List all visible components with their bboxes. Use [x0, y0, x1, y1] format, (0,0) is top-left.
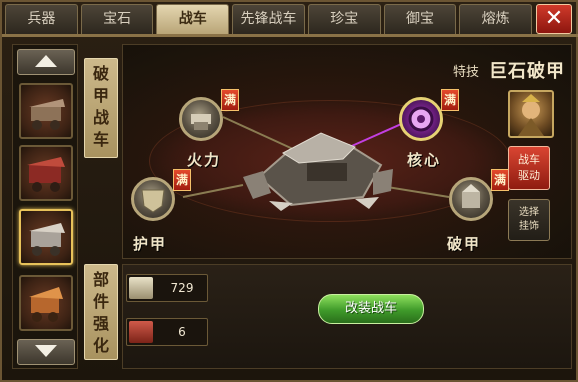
general-avatar[interactable] [508, 90, 554, 138]
firepower-part[interactable] [179, 97, 223, 141]
chariot-thumb[interactable] [19, 275, 73, 331]
core-part[interactable] [399, 97, 443, 141]
select-decoration-button[interactable]: 选择挂饰 [508, 199, 550, 241]
material-count: 729 [170, 281, 194, 295]
chariot-thumb[interactable] [19, 145, 73, 201]
full-badge: 满 [441, 89, 459, 111]
skill-label: 特技 [452, 64, 479, 80]
core-gem-icon [408, 106, 434, 132]
chariot-drive-button[interactable]: 战车驱动 [508, 146, 550, 190]
part-upgrade-label: 部件强化 [84, 264, 118, 360]
part-upgrade-text: 部件强化 [92, 270, 109, 355]
chariot-stage: 特技 巨石破甲 满 火力 满 核心 满 护甲 满 破甲 [122, 44, 572, 259]
general-portrait-icon [518, 94, 544, 136]
material-resource: 729 [126, 274, 208, 302]
scroll-resource: 6 [126, 318, 208, 346]
close-button[interactable]: ✕ [536, 4, 572, 34]
skill-name: 巨石破甲 [489, 61, 565, 82]
tab-weapon[interactable]: 兵器 [5, 4, 78, 34]
chariot-name-text: 破甲战车 [92, 64, 109, 149]
armor-label: 护甲 [133, 235, 168, 253]
skill-tag: 特技 巨石破甲 [452, 59, 565, 82]
chariot-icon [29, 287, 63, 322]
tab-divider [2, 34, 578, 37]
scroll-count: 6 [178, 325, 186, 339]
modify-chariot-button[interactable]: 改装战车 [318, 294, 424, 324]
chariot-thumb[interactable] [19, 83, 73, 139]
pierce-part[interactable] [449, 177, 493, 221]
scroll-down-button[interactable] [17, 339, 75, 365]
tab-vanguard-chariot[interactable]: 先锋战车 [232, 4, 305, 34]
game-window: 兵器 宝石 战车 先锋战车 珍宝 御宝 熔炼 ✕ 破甲战车 部件强化 特技 巨石… [0, 0, 578, 382]
chariot-drive-label: 战车驱动 [518, 153, 540, 182]
spike-icon [462, 184, 480, 208]
tab-bar: 兵器 宝石 战车 先锋战车 珍宝 御宝 熔炼 [5, 4, 535, 34]
chariot-list[interactable] [12, 44, 78, 369]
scroll-icon [129, 321, 153, 343]
core-label: 核心 [407, 151, 442, 169]
full-badge: 满 [173, 169, 191, 191]
shield-icon [141, 189, 165, 213]
pierce-label: 破甲 [447, 235, 482, 253]
full-badge: 满 [221, 89, 239, 111]
arrow-up-icon [35, 55, 57, 67]
chariot-model [243, 132, 393, 211]
firepower-label: 火力 [187, 151, 222, 169]
chariot-icon [27, 157, 65, 192]
arrow-down-icon [35, 345, 57, 357]
tab-gem[interactable]: 宝石 [80, 4, 154, 34]
chariot-icon [29, 223, 65, 256]
chariot-thumb-selected[interactable] [19, 209, 73, 265]
full-badge: 满 [491, 169, 509, 191]
material-icon [129, 277, 153, 299]
cannon-icon [191, 114, 211, 130]
armor-part[interactable] [131, 177, 175, 221]
chariot-name-label: 破甲战车 [84, 58, 118, 158]
scroll-up-button[interactable] [17, 49, 75, 75]
chariot-icon [29, 99, 65, 130]
tab-chariot[interactable]: 战车 [156, 4, 230, 34]
select-decoration-label: 选择挂饰 [519, 207, 539, 232]
tab-treasure[interactable]: 珍宝 [307, 4, 381, 34]
tab-imperial-treasure[interactable]: 御宝 [383, 4, 457, 34]
tab-smelt[interactable]: 熔炼 [459, 4, 533, 34]
